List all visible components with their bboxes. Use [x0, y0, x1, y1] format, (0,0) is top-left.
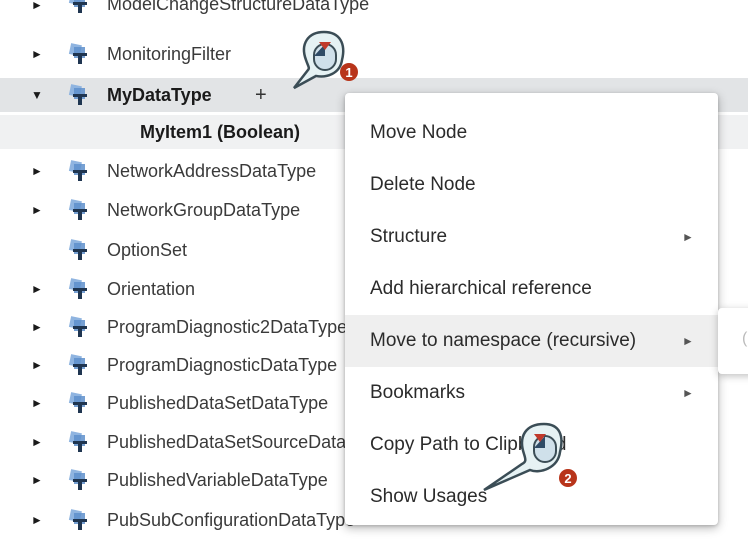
add-item-button[interactable]: +: [255, 84, 267, 107]
tree-row-label: PublishedDataSetSourceDataType: [107, 431, 386, 452]
datatype-node-icon: [68, 239, 87, 260]
datatype-node-icon: [68, 392, 87, 413]
menu-item-label: Move to namespace (recursive): [370, 330, 637, 351]
tree-row-label: PubSubConfigurationDataType: [107, 509, 356, 530]
callout-number-badge: 2: [564, 471, 571, 486]
submenu-item-glyph[interactable]: (: [742, 330, 747, 348]
expand-arrow-icon[interactable]: ►: [30, 513, 44, 527]
tree-row-label: OptionSet: [107, 239, 188, 260]
namespace-submenu: (: [718, 308, 748, 374]
tree-row-label: MyItem1 (Boolean): [140, 121, 301, 142]
menu-item-structure[interactable]: Structure ►: [345, 211, 718, 263]
datatype-node-icon: [68, 509, 87, 530]
datatype-node-icon: [68, 84, 87, 105]
datatype-node-icon: [68, 0, 87, 13]
datatype-node-icon: [68, 43, 87, 64]
expand-arrow-icon[interactable]: ►: [30, 320, 44, 334]
datatype-node-icon: [68, 469, 87, 490]
expand-arrow-icon[interactable]: ►: [30, 47, 44, 61]
menu-item-label: Move Node: [370, 122, 468, 143]
expand-arrow-icon[interactable]: ►: [30, 473, 44, 487]
tree-row[interactable]: ► MonitoringFilter: [0, 37, 748, 71]
tree-row-label: MonitoringFilter: [107, 43, 232, 64]
tree-row-label: Orientation: [107, 278, 196, 299]
collapse-arrow-icon[interactable]: ▼: [30, 88, 44, 102]
tree-row-label: NetworkAddressDataType: [107, 160, 317, 181]
datatype-node-icon: [68, 316, 87, 337]
submenu-arrow-icon: ►: [682, 334, 694, 348]
callout-number-badge: 1: [345, 65, 352, 80]
expand-arrow-icon[interactable]: ►: [30, 396, 44, 410]
tree-row-label: NetworkGroupDataType: [107, 199, 301, 220]
submenu-arrow-icon: ►: [682, 230, 694, 244]
tree-row-label: PublishedDataSetDataType: [107, 392, 329, 413]
datatype-node-icon: [68, 160, 87, 181]
datatype-node-icon: [68, 199, 87, 220]
menu-item-label: Delete Node: [370, 174, 476, 195]
menu-item-label: Show Usages: [370, 486, 488, 507]
datatype-node-icon: [68, 431, 87, 452]
menu-item-label: Add hierarchical reference: [370, 278, 592, 299]
menu-item-label: Structure: [370, 226, 448, 247]
tree-row-label: ProgramDiagnostic2DataType: [107, 316, 348, 337]
expand-arrow-icon[interactable]: ►: [30, 0, 44, 12]
menu-item-move-to-namespace[interactable]: Move to namespace (recursive) ►: [345, 315, 718, 367]
datatype-node-icon: [68, 278, 87, 299]
mouse-click-callout-1: 1: [286, 30, 366, 96]
mouse-callout-icon: 2: [483, 422, 577, 492]
expand-arrow-icon[interactable]: ►: [30, 435, 44, 449]
expand-arrow-icon[interactable]: ►: [30, 203, 44, 217]
datatype-node-icon: [68, 354, 87, 375]
menu-item-bookmarks[interactable]: Bookmarks ►: [345, 367, 718, 419]
mouse-callout-icon: 1: [293, 30, 358, 90]
menu-item-add-hierarchical-reference[interactable]: Add hierarchical reference: [345, 263, 718, 315]
expand-arrow-icon[interactable]: ►: [30, 358, 44, 372]
expand-arrow-icon[interactable]: ►: [30, 164, 44, 178]
tree-row-label: MyDataType: [107, 84, 212, 105]
menu-item-label: Bookmarks: [370, 382, 466, 403]
tree-row-label: PublishedVariableDataType: [107, 469, 328, 490]
expand-arrow-icon[interactable]: ►: [30, 282, 44, 296]
menu-item-move-node[interactable]: Move Node: [345, 107, 718, 159]
tree-row-label: ProgramDiagnosticDataType: [107, 354, 338, 375]
tree-row[interactable]: ► ModelChangeStructureDataType: [0, 0, 748, 32]
tree-row-label: ModelChangeStructureDataType: [107, 0, 370, 14]
mouse-click-callout-2: 2: [478, 422, 578, 492]
submenu-arrow-icon: ►: [682, 386, 694, 400]
menu-item-delete-node[interactable]: Delete Node: [345, 159, 718, 211]
